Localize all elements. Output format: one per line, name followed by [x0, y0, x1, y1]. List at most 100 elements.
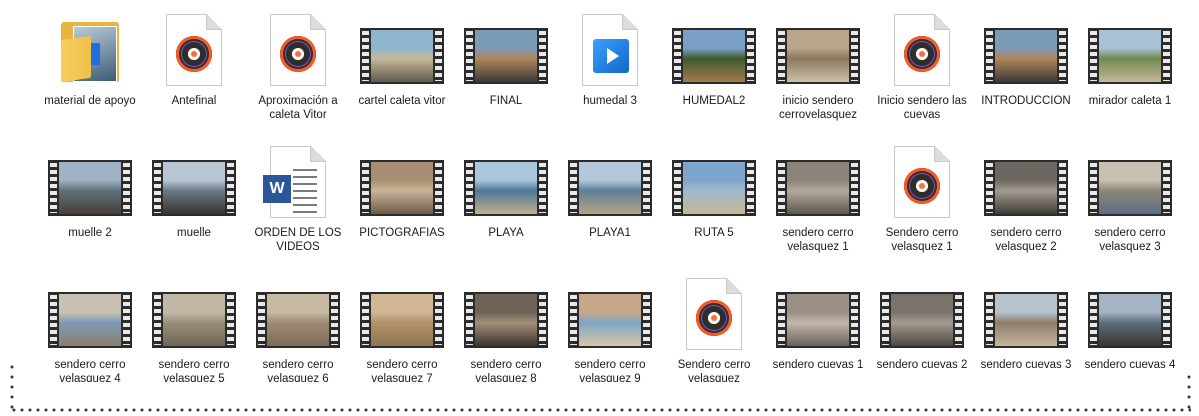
file-name: PICTOGRAFIAS [359, 227, 445, 239]
file-grid: material de apoyo Antefinal Aproximación a… [38, 6, 1182, 382]
word-document-icon: W [250, 138, 346, 220]
file-name: sendero cuevas 2 [876, 359, 968, 371]
file-item-sendero-cuevas-3[interactable]: sendero cuevas 3 [974, 270, 1078, 382]
file-name: FINAL [489, 95, 523, 107]
file-item-mirador-caleta-1[interactable]: mirador caleta 1 [1078, 6, 1182, 138]
file-name: RUTA 5 [694, 227, 734, 239]
video-thumbnail-icon [354, 6, 450, 88]
file-item-muelle[interactable]: muelle [142, 138, 246, 270]
file-item-sendero-cerro-velasquez-4[interactable]: sendero cerro velasquez 4 [38, 270, 142, 382]
file-name: muelle 2 [68, 227, 112, 239]
file-name: material de apoyo [44, 95, 136, 107]
file-name: ORDEN DE LOS VIDEOS [254, 227, 342, 253]
file-name: sendero cerro velasquez 7 [366, 359, 438, 382]
file-name: sendero cuevas 3 [980, 359, 1072, 371]
file-item-muelle-2[interactable]: muelle 2 [38, 138, 142, 270]
video-thumbnail-icon [562, 138, 658, 220]
file-item-material-de-apoyo[interactable]: material de apoyo [38, 6, 142, 138]
file-item-sendero-cerro-velasquez-1[interactable]: Sendero cerro velasquez 1 [870, 138, 974, 270]
video-thumbnail-icon [42, 138, 138, 220]
file-name: INTRODUCCION [981, 95, 1071, 107]
file-name: sendero cerro velasquez 3 [1094, 227, 1166, 253]
selection-rectangle-left [10, 362, 14, 410]
video-thumbnail-icon [146, 138, 242, 220]
file-name: sendero cerro velasquez 8 [470, 359, 542, 382]
video-thumbnail-icon [770, 270, 866, 352]
file-name: Sendero cerro velasquez 1 [885, 227, 959, 253]
file-name: sendero cerro velasquez 1 [782, 227, 854, 253]
file-name: sendero cerro velasquez 6 [262, 359, 334, 382]
file-item-final[interactable]: FINAL [454, 6, 558, 138]
video-thumbnail-icon [1082, 138, 1178, 220]
file-name: sendero cerro velasquez 9 [574, 359, 646, 382]
file-item-sendero-cuevas-2[interactable]: sendero cuevas 2 [870, 270, 974, 382]
file-item-sendero-cerro-velasquez-6[interactable]: sendero cerro velasquez 6 [246, 270, 350, 382]
video-thumbnail-icon [874, 270, 970, 352]
file-item-cartel-caleta-vitor[interactable]: cartel caleta vitor [350, 6, 454, 138]
file-item-sendero-cerro-velasquez-3[interactable]: sendero cerro velasquez 3 [1078, 138, 1182, 270]
file-name: Inicio sendero las cuevas [877, 95, 967, 121]
video-thumbnail-icon [666, 138, 762, 220]
file-item-playa[interactable]: PLAYA [454, 138, 558, 270]
file-name: humedal 3 [583, 95, 637, 107]
file-item-sendero-cerro-velasquez-9[interactable]: sendero cerro velasquez 9 [558, 270, 662, 382]
file-item-inicio-sendero-las-cuevas[interactable]: Inicio sendero las cuevas [870, 6, 974, 138]
file-item-sendero-cuevas-1[interactable]: sendero cuevas 1 [766, 270, 870, 382]
video-thumbnail-icon [562, 270, 658, 352]
file-name: Sendero cerro velasquez [677, 359, 751, 382]
video-thumbnail-icon [458, 6, 554, 88]
video-thumbnail-icon [1082, 6, 1178, 88]
file-item-sendero-cuevas-4[interactable]: sendero cuevas 4 [1078, 270, 1182, 382]
file-item-sendero-cerro-velasquez[interactable]: Sendero cerro velasquez [662, 270, 766, 382]
media-file-icon [666, 270, 762, 352]
file-item-introduccion[interactable]: INTRODUCCION [974, 6, 1078, 138]
file-item-antefinal[interactable]: Antefinal [142, 6, 246, 138]
file-item-orden-de-los-videos[interactable]: W ORDEN DE LOS VIDEOS [246, 138, 350, 270]
file-item-aproximacion-a-caleta-vitor[interactable]: Aproximación a caleta Vitor [246, 6, 350, 138]
video-thumbnail-icon [978, 6, 1074, 88]
file-name: muelle [177, 227, 211, 239]
video-thumbnail-icon [1082, 270, 1178, 352]
video-player-icon [562, 6, 658, 88]
file-item-humedal2[interactable]: HUMEDAL2 [662, 6, 766, 138]
selection-rectangle-right [1187, 372, 1191, 410]
file-item-ruta-5[interactable]: RUTA 5 [662, 138, 766, 270]
file-item-sendero-cerro-velasquez-1[interactable]: sendero cerro velasquez 1 [766, 138, 870, 270]
file-name: cartel caleta vitor [358, 95, 446, 107]
file-name: Antefinal [171, 95, 217, 107]
file-name: Aproximación a caleta Vitor [258, 95, 338, 121]
file-item-sendero-cerro-velasquez-5[interactable]: sendero cerro velasquez 5 [142, 270, 246, 382]
video-thumbnail-icon [770, 6, 866, 88]
video-thumbnail-icon [978, 270, 1074, 352]
file-name: sendero cerro velasquez 4 [54, 359, 126, 382]
video-thumbnail-icon [978, 138, 1074, 220]
media-file-icon [146, 6, 242, 88]
media-file-icon [874, 138, 970, 220]
media-file-icon [874, 6, 970, 88]
media-file-icon [250, 6, 346, 88]
video-thumbnail-icon [42, 270, 138, 352]
file-name: HUMEDAL2 [682, 95, 746, 107]
video-thumbnail-icon [458, 270, 554, 352]
file-item-humedal-3[interactable]: humedal 3 [558, 6, 662, 138]
video-thumbnail-icon [666, 6, 762, 88]
selection-rectangle-bottom [10, 408, 1191, 412]
file-item-pictografias[interactable]: PICTOGRAFIAS [350, 138, 454, 270]
file-name: sendero cuevas 4 [1084, 359, 1176, 371]
file-item-sendero-cerro-velasquez-8[interactable]: sendero cerro velasquez 8 [454, 270, 558, 382]
video-thumbnail-icon [354, 138, 450, 220]
video-thumbnail-icon [770, 138, 866, 220]
file-item-sendero-cerro-velasquez-7[interactable]: sendero cerro velasquez 7 [350, 270, 454, 382]
file-item-sendero-cerro-velasquez-2[interactable]: sendero cerro velasquez 2 [974, 138, 1078, 270]
video-thumbnail-icon [354, 270, 450, 352]
file-item-inicio-sendero-cerrovelasquez[interactable]: inicio sendero cerrovelasquez [766, 6, 870, 138]
file-name: PLAYA1 [589, 227, 631, 239]
file-name: PLAYA [488, 227, 524, 239]
video-thumbnail-icon [146, 270, 242, 352]
file-name: sendero cuevas 1 [772, 359, 864, 371]
file-name: sendero cerro velasquez 5 [158, 359, 230, 382]
folder-icon [42, 6, 138, 88]
file-item-playa1[interactable]: PLAYA1 [558, 138, 662, 270]
file-view: material de apoyo Antefinal Aproximación a… [0, 0, 1199, 382]
video-thumbnail-icon [250, 270, 346, 352]
